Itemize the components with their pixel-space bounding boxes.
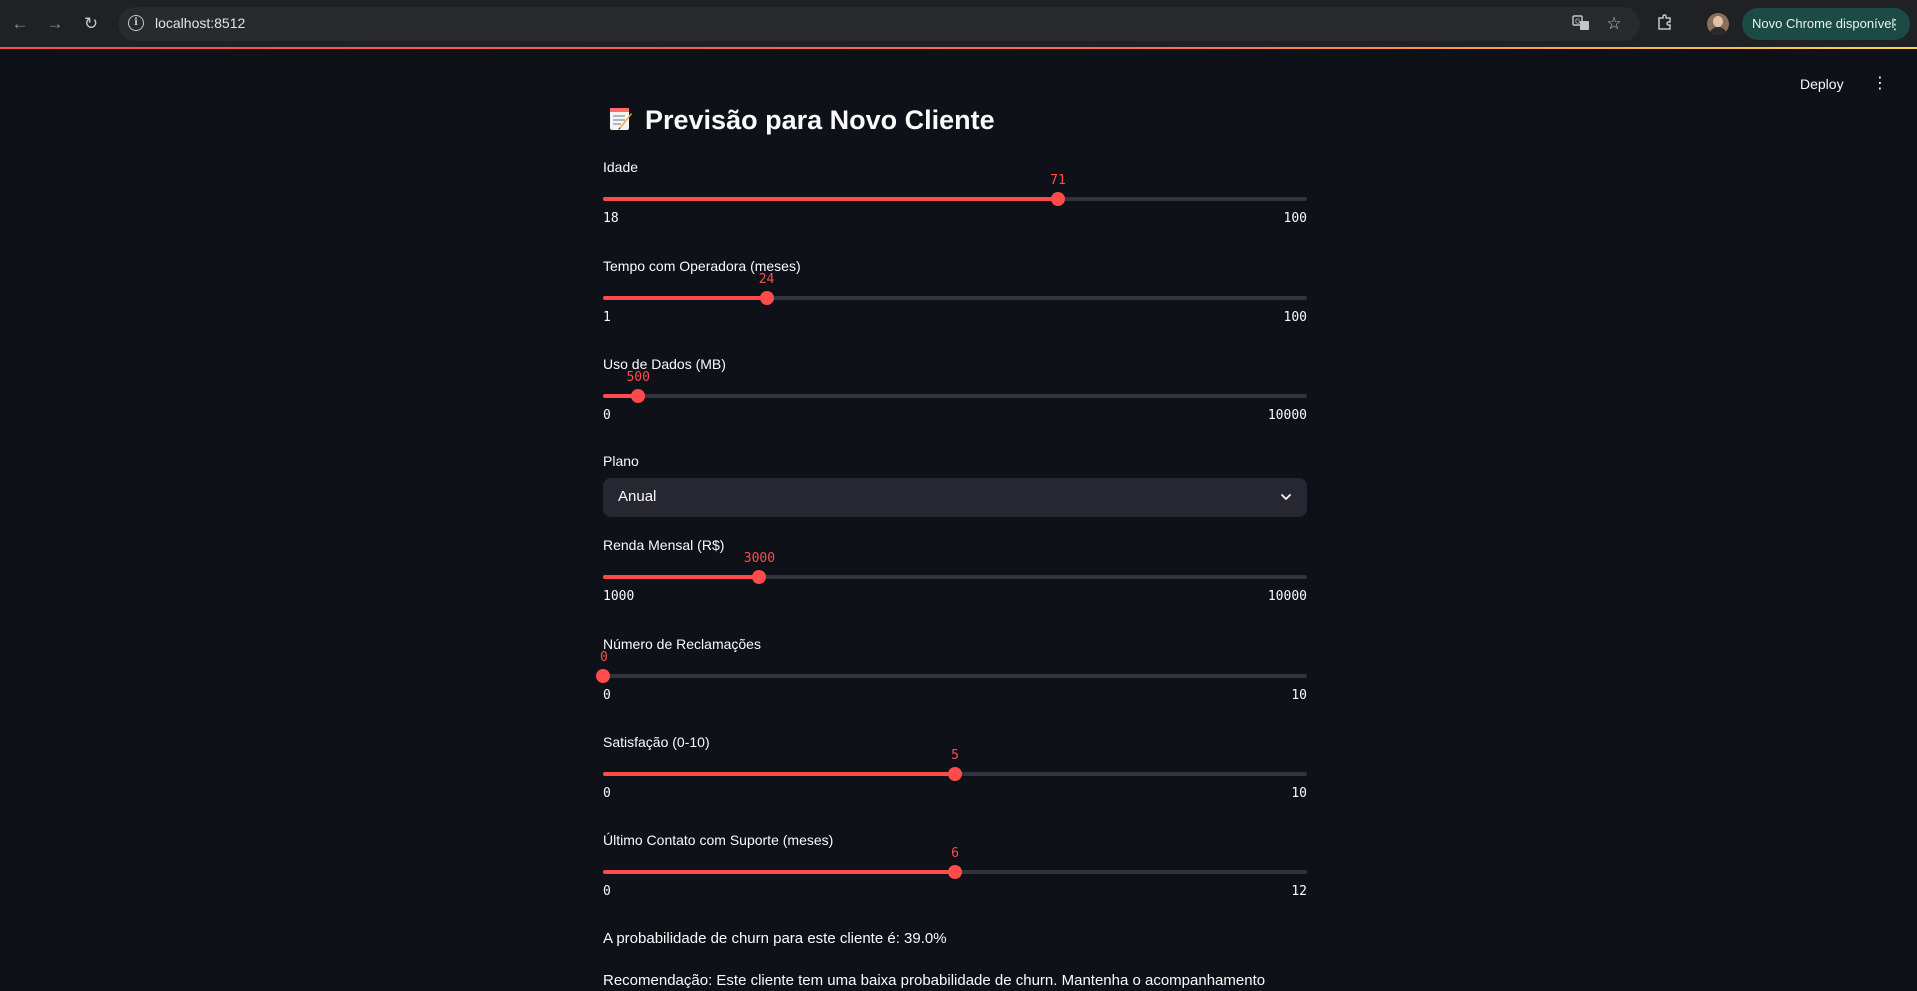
slider-thumb[interactable] [631, 389, 646, 403]
slider-min: 0 [603, 688, 611, 703]
slider-max: 10 [1291, 786, 1307, 801]
back-arrow-icon[interactable]: ← [6, 10, 34, 38]
slider-max: 12 [1291, 884, 1307, 899]
site-info-icon[interactable]: i [128, 15, 144, 31]
slider-thumb[interactable] [948, 767, 962, 781]
browser-toolbar: ← → ↻ i localhost:8512 G ☆ Novo Chrome d… [0, 0, 1917, 47]
forward-arrow-icon[interactable]: → [41, 10, 69, 38]
churn-probability-text: A probabilidade de churn para este clien… [603, 930, 947, 947]
slider-track[interactable]: 5 [603, 748, 1307, 781]
slider-label: Satisfação (0-10) [603, 734, 710, 750]
chrome-update-button[interactable]: Novo Chrome disponível ⋮ [1742, 8, 1910, 40]
slider-max: 100 [1283, 211, 1307, 226]
svg-text:G: G [1575, 18, 1580, 26]
slider-fill [603, 772, 955, 776]
recommendation-text: Recomendação: Este cliente tem uma baixa… [603, 972, 1266, 989]
slider-thumb[interactable] [759, 291, 774, 305]
extensions-icon[interactable] [1654, 13, 1676, 35]
slider-min: 0 [603, 786, 611, 801]
address-url[interactable]: localhost:8512 [155, 15, 245, 31]
bookmark-star-icon[interactable]: ☆ [1604, 14, 1624, 34]
slider-fill [603, 197, 1058, 201]
chevron-down-icon [1281, 494, 1291, 500]
profile-avatar[interactable] [1707, 13, 1729, 35]
deploy-button[interactable]: Deploy [1800, 72, 1844, 96]
slider-max: 10000 [1267, 408, 1307, 423]
slider-track[interactable]: 3000 [603, 551, 1307, 584]
plano-dropdown[interactable]: Anual [603, 478, 1307, 517]
plano-selected-value: Anual [618, 488, 657, 505]
update-label: Novo Chrome disponível [1752, 16, 1895, 31]
slider-value: 5 [951, 748, 959, 763]
slider-track[interactable]: 6 [603, 846, 1307, 879]
reload-icon[interactable]: ↻ [77, 10, 105, 38]
slider-min: 1 [603, 310, 611, 325]
select-label: Plano [603, 453, 639, 469]
main-menu-icon[interactable]: ⋮ [1872, 72, 1888, 96]
slider-track[interactable]: 24 [603, 272, 1307, 305]
slider-track[interactable]: 0 [596, 650, 1307, 683]
slider-value: 3000 [743, 551, 776, 566]
slider-fill [603, 870, 955, 874]
slider-value: 24 [758, 272, 775, 287]
slider-min: 18 [603, 211, 619, 226]
slider-thumb[interactable] [752, 570, 767, 584]
slider-label: Último Contato com Suporte (meses) [603, 832, 834, 848]
slider-min: 1000 [603, 589, 635, 604]
slider-label: Renda Mensal (R$) [603, 537, 725, 553]
slider-max: 10 [1291, 688, 1307, 703]
slider-value: 6 [951, 846, 959, 861]
page-title: Previsão para Novo Cliente [607, 102, 995, 138]
slider-value: 0 [600, 650, 608, 665]
slider-value: 500 [626, 370, 650, 385]
translate-icon[interactable]: G [1571, 14, 1591, 34]
slider-thumb[interactable] [596, 669, 610, 683]
slider-track[interactable]: 500 [603, 370, 1307, 403]
slider-fill [603, 575, 760, 579]
address-bar[interactable]: i localhost:8512 G ☆ [118, 7, 1640, 41]
slider-min: 0 [603, 408, 611, 423]
slider-thumb[interactable] [1050, 192, 1065, 206]
slider-value: 71 [1050, 173, 1066, 188]
slider-max: 100 [1283, 310, 1307, 325]
slider-max: 10000 [1267, 589, 1307, 604]
slider-label: Idade [603, 159, 639, 175]
page-title-text: Previsão para Novo Cliente [645, 105, 995, 135]
slider-thumb[interactable] [948, 865, 962, 879]
slider-min: 0 [603, 884, 611, 899]
slider-label: Uso de Dados (MB) [603, 356, 726, 372]
memo-emoji-icon [607, 105, 635, 133]
chrome-menu-icon[interactable]: ⋮ [1888, 8, 1902, 40]
slider-track[interactable]: 71 [603, 173, 1307, 206]
slider-label: Número de Reclamações [603, 636, 761, 652]
running-indicator-stripe [0, 47, 1917, 49]
slider-fill [603, 296, 767, 300]
